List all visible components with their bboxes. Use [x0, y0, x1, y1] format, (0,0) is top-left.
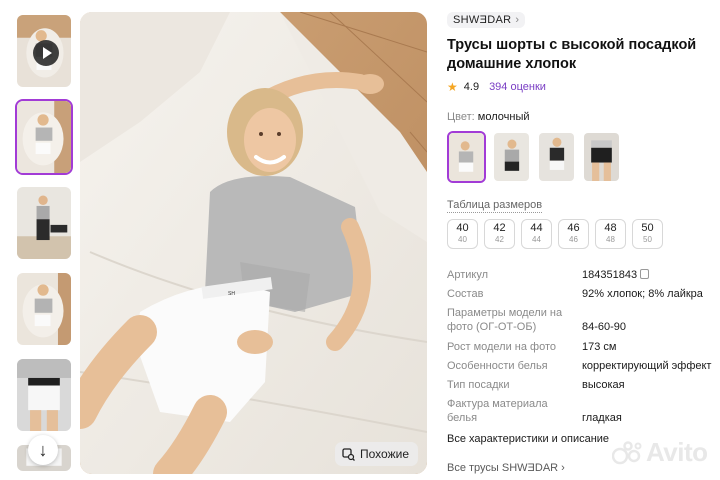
spec-label-line-2: фото (ОГ-ОТ-ОБ) — [447, 321, 537, 333]
spec-label: Состав — [447, 288, 484, 300]
product-title: Трусы шорты с высокой посадкой домашние … — [447, 37, 697, 72]
rating-row: ★ 4.9 394 оценки — [447, 80, 713, 94]
similar-search-icon — [342, 447, 355, 461]
spec-feature: Особенности белья корректирующий эффект — [447, 359, 713, 378]
spec-composition: Состав 92% хлопок; 8% лайкра — [447, 287, 713, 306]
size-selector: 40 40 42 42 44 44 46 46 48 48 50 50 — [447, 219, 713, 249]
play-icon[interactable] — [33, 40, 59, 66]
spec-label-line-2: белья — [447, 412, 478, 424]
similar-label: Похожие — [360, 447, 409, 461]
spec-rise: Тип посадки высокая — [447, 378, 713, 397]
spec-texture: Фактура материала белья гладкая — [447, 397, 713, 425]
rating-value: 4.9 — [463, 81, 480, 93]
size-option-44[interactable]: 44 44 — [521, 219, 552, 249]
swatch-white-black-top[interactable] — [537, 131, 576, 183]
thumbnail-5[interactable] — [15, 357, 73, 433]
reviews-link[interactable]: 394 оценки — [489, 81, 546, 93]
spec-label-line-1: Параметры модели на — [447, 307, 563, 319]
scroll-down-button[interactable]: ↓ — [28, 435, 58, 465]
size-intl: 44 — [532, 235, 541, 244]
spec-value: гладкая — [582, 412, 622, 424]
spec-article: Артикул 184351843 — [447, 268, 713, 287]
article-number: 184351843 — [582, 269, 638, 281]
spec-value: корректирующий эффект — [582, 360, 712, 372]
spec-value: 92% хлопок; 8% лайкра — [582, 288, 703, 300]
brand-chip[interactable]: SHWƎDAR › — [447, 12, 526, 28]
spec-label-line-1: Фактура материала — [447, 398, 548, 410]
spec-label: Рост модели на фото — [447, 341, 557, 353]
spec-model-params: Параметры модели на фото (ОГ-ОТ-ОБ) 84-6… — [447, 306, 713, 340]
size-ru: 40 — [456, 222, 469, 234]
size-intl: 46 — [569, 235, 578, 244]
spec-label: Артикул — [447, 269, 489, 281]
thumbnail-selected[interactable] — [15, 99, 73, 175]
chevron-right-icon: › — [561, 462, 565, 474]
spec-model-height: Рост модели на фото 173 см — [447, 340, 713, 359]
product-info-panel: SHWƎDAR › Трусы шорты с высокой посадкой… — [447, 10, 713, 474]
specs-list: Артикул 184351843 Состав 92% хлопок; 8% … — [447, 268, 713, 425]
size-option-46[interactable]: 46 46 — [558, 219, 589, 249]
size-intl: 48 — [606, 235, 615, 244]
avito-watermark: Avito — [612, 437, 708, 468]
spec-value: высокая — [582, 379, 625, 391]
chevron-right-icon: › — [515, 14, 520, 26]
color-label: Цвет: — [447, 111, 475, 123]
size-option-42[interactable]: 42 42 — [484, 219, 515, 249]
swatch-milky[interactable] — [447, 131, 486, 183]
size-ru: 50 — [641, 222, 654, 234]
size-ru: 44 — [530, 222, 543, 234]
spec-value: 173 см — [582, 341, 617, 353]
color-swatches — [447, 131, 713, 183]
thumbnail-4[interactable] — [15, 271, 73, 347]
copy-icon[interactable] — [640, 269, 650, 279]
arrow-down-icon: ↓ — [38, 439, 48, 460]
spec-label: Тип посадки — [447, 379, 510, 391]
spec-value: 84-60-90 — [582, 321, 627, 333]
star-icon: ★ — [447, 80, 458, 94]
svg-text:SH: SH — [228, 291, 235, 297]
thumbnail-video[interactable] — [15, 13, 73, 89]
similar-button[interactable]: Похожие — [335, 442, 418, 466]
size-ru: 42 — [493, 222, 506, 234]
thumbnail-3[interactable] — [15, 185, 73, 261]
size-intl: 42 — [495, 235, 504, 244]
color-value: молочный — [477, 111, 530, 123]
size-intl: 50 — [643, 235, 652, 244]
avito-logo-icon — [612, 440, 642, 464]
thumbnail-strip — [15, 13, 75, 480]
size-ru: 48 — [604, 222, 617, 234]
main-product-image[interactable]: SH Похожие — [80, 12, 427, 474]
brand-name: SHWƎDAR — [453, 14, 512, 26]
size-ru: 46 — [567, 222, 580, 234]
all-brand-label: Все трусы SHWƎDAR — [447, 462, 559, 474]
size-option-40[interactable]: 40 40 — [447, 219, 478, 249]
swatch-black-grey[interactable] — [492, 131, 531, 183]
size-option-50[interactable]: 50 50 — [632, 219, 663, 249]
color-row: Цвет: молочный — [447, 111, 713, 123]
swatch-black[interactable] — [582, 131, 621, 183]
watermark-text: Avito — [646, 437, 708, 467]
size-option-48[interactable]: 48 48 — [595, 219, 626, 249]
size-table-link[interactable]: Таблица размеров — [447, 199, 543, 213]
size-intl: 40 — [458, 235, 467, 244]
spec-label: Особенности белья — [447, 360, 548, 372]
spec-value: 184351843 — [582, 268, 650, 282]
